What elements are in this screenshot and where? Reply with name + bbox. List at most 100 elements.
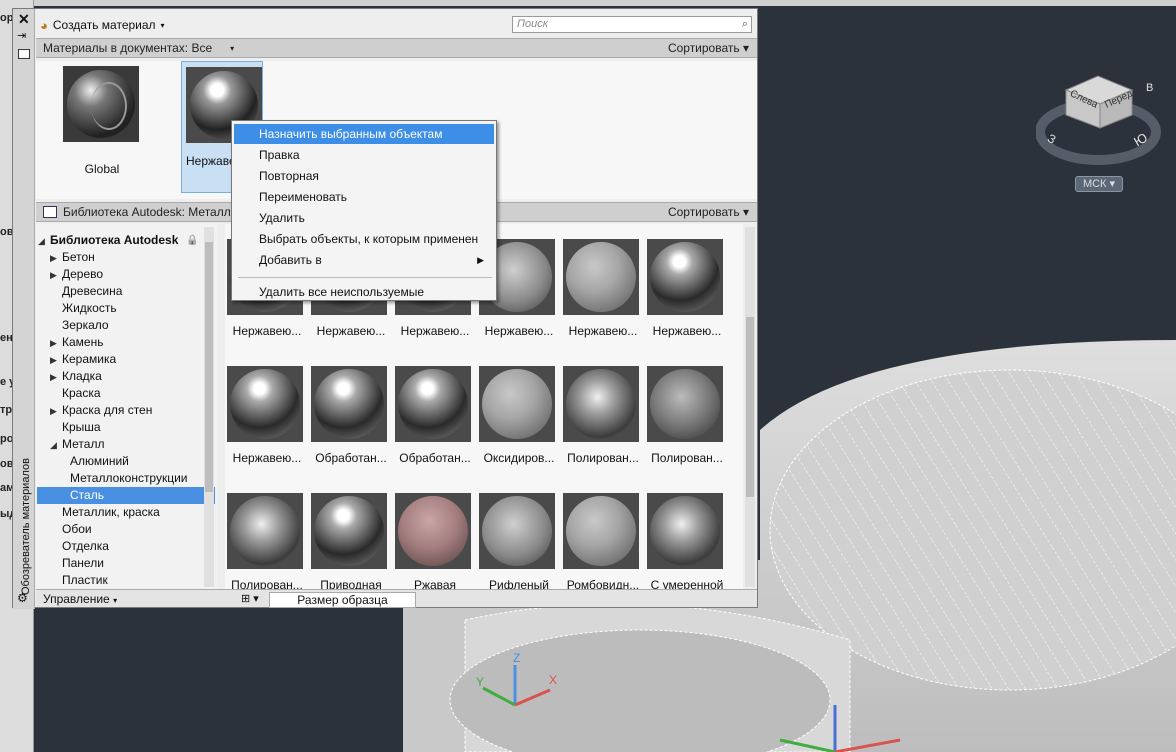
tree-item[interactable]: Панели: [36, 555, 104, 572]
library-icon[interactable]: [43, 206, 57, 218]
tree-item[interactable]: Древесина: [36, 283, 122, 300]
tree-item[interactable]: Жидкость: [36, 300, 117, 317]
tree-item[interactable]: ◢ Библиотека Autodesk 🔒: [36, 232, 198, 250]
tree-item-label: Камень: [62, 335, 104, 349]
tree-item[interactable]: ▶ Камень: [36, 334, 103, 351]
palette-title: Обозреватель материалов: [20, 458, 32, 595]
viewcube[interactable]: Верх Слева Перед З В Ю: [1035, 60, 1161, 170]
sort-button[interactable]: Сортировать ▾: [668, 41, 749, 55]
tree-item[interactable]: Металлик, краска: [36, 504, 160, 521]
material-swatch[interactable]: Нержавею...: [645, 239, 729, 361]
context-menu-item[interactable]: Добавить в ▶: [234, 250, 494, 270]
menu-item-label: Правка: [259, 148, 300, 162]
library-title: Библиотека Autodesk: Металл: [63, 205, 231, 219]
material-swatch[interactable]: С умеренной: [645, 493, 729, 589]
collapsed-arrow-icon[interactable]: ▶: [50, 267, 62, 284]
tree-scroll-thumb[interactable]: [205, 242, 213, 492]
grid-scrollbar[interactable]: [745, 227, 755, 587]
tree-item[interactable]: ▶ Дерево: [36, 266, 103, 283]
submenu-arrow-icon: ▶: [477, 255, 484, 265]
search-input[interactable]: Поиск ⌕: [512, 16, 752, 33]
tree-item[interactable]: Отделка: [36, 538, 109, 555]
tree-item-label: Бетон: [62, 250, 95, 264]
material-swatch-label: Полирован...: [651, 451, 723, 465]
collapsed-arrow-icon[interactable]: ▶: [50, 250, 62, 267]
tree-item[interactable]: Крыша: [36, 419, 101, 436]
material-swatch[interactable]: Полирован...: [645, 366, 729, 488]
tree-item[interactable]: ◢ Металл: [36, 436, 104, 453]
tree-item[interactable]: Зеркало: [36, 317, 109, 334]
tree-item[interactable]: Пластик: [36, 572, 108, 589]
tree-item-label: Сталь: [70, 488, 104, 502]
view-options-button[interactable]: ⊞ ▾: [241, 592, 259, 605]
tree-item[interactable]: Алюминий: [36, 453, 129, 470]
context-menu-item[interactable]: Повторная: [234, 166, 494, 186]
chevron-down-icon[interactable]: ▾: [230, 44, 234, 53]
material-swatch[interactable]: Ржавая: [393, 493, 477, 589]
tree-item[interactable]: ▶ Кладка: [36, 368, 102, 385]
context-menu-item[interactable]: Удалить: [234, 208, 494, 228]
material-swatch[interactable]: Нержавею...: [225, 366, 309, 488]
swatch-size-button[interactable]: Размер образца: [269, 592, 416, 608]
material-swatch[interactable]: Обработан...: [393, 366, 477, 488]
context-menu-item[interactable]: Переименовать: [234, 187, 494, 207]
material-swatch[interactable]: Полирован...: [225, 493, 309, 589]
material-preview: [647, 239, 723, 315]
palette-titlebar[interactable]: ✕ ⇥ Обозреватель материалов ⚙: [13, 9, 35, 609]
autohide-icon[interactable]: ⇥: [17, 29, 26, 42]
material-preview: [311, 493, 387, 569]
tree-item[interactable]: ▶ Бетон: [36, 249, 95, 266]
tree-item[interactable]: Сталь: [37, 487, 215, 504]
material-swatch[interactable]: Обработан...: [309, 366, 393, 488]
close-icon[interactable]: ✕: [18, 11, 30, 28]
material-swatch[interactable]: Полирован...: [561, 366, 645, 488]
context-menu-item[interactable]: Выбрать объекты, к которым применен: [234, 229, 494, 249]
context-menu-item[interactable]: Правка: [234, 145, 494, 165]
library-sort-button[interactable]: Сортировать ▾: [668, 205, 749, 219]
search-icon: ⌕: [741, 18, 748, 30]
collapsed-arrow-icon[interactable]: ▶: [50, 352, 62, 369]
tree-item-label: Алюминий: [70, 454, 129, 468]
tree-item[interactable]: Обои: [36, 521, 92, 538]
tree-item-label: Обои: [62, 522, 92, 536]
collapsed-arrow-icon[interactable]: ▶: [50, 369, 62, 386]
properties-icon[interactable]: [18, 49, 30, 59]
tree-item[interactable]: Краска: [36, 385, 101, 402]
manage-button[interactable]: Управление ▾: [43, 592, 117, 606]
tree-item-label: Пластик: [62, 573, 108, 587]
expanded-arrow-icon[interactable]: ◢: [38, 233, 50, 250]
menu-item-label: Повторная: [259, 169, 319, 183]
tree-item-label: Жидкость: [62, 301, 117, 315]
material-swatch-label: Нержавею...: [568, 324, 638, 338]
material-swatch[interactable]: Ромбовидн...: [561, 493, 645, 589]
doc-material-tile[interactable]: Global: [61, 66, 143, 190]
tree-item[interactable]: ▶ Керамика: [36, 351, 116, 368]
context-menu-item[interactable]: Назначить выбранным объектам: [234, 124, 494, 144]
tree-item-label: Библиотека Autodesk: [50, 233, 179, 247]
tree-scrollbar[interactable]: [204, 227, 214, 587]
context-menu-item[interactable]: Удалить все неиспользуемые: [234, 282, 494, 302]
tree-item[interactable]: ▶ Краска для стен: [36, 402, 152, 419]
material-preview: [563, 366, 639, 442]
material-preview: [479, 366, 555, 442]
material-swatch-label: Рифленый: [489, 578, 549, 589]
grid-scroll-thumb[interactable]: [746, 317, 754, 497]
collapsed-arrow-icon[interactable]: ▶: [50, 335, 62, 352]
create-material-button[interactable]: ◕ Создать материал ▾: [40, 16, 165, 34]
compass-east[interactable]: В: [1146, 82, 1153, 94]
tree-item-label: Металлик, краска: [62, 505, 160, 519]
menu-separator: [238, 277, 492, 278]
tree-item[interactable]: Металлоконструкции: [36, 470, 188, 487]
material-swatch[interactable]: Приводная: [309, 493, 393, 589]
material-swatch[interactable]: Оксидиров...: [477, 366, 561, 488]
palette-icon: ⚙: [17, 591, 28, 605]
document-materials-filter[interactable]: Материалы в документах: Все: [43, 41, 212, 55]
browser-bottom-bar: Управление ▾ ⊞ ▾ Размер образца: [36, 589, 757, 608]
ucs-menu-button[interactable]: МСК ▾: [1075, 176, 1123, 192]
collapsed-arrow-icon[interactable]: ▶: [50, 403, 62, 420]
material-swatch-label: Нержавею...: [232, 451, 302, 465]
expanded-arrow-icon[interactable]: ◢: [50, 437, 62, 454]
create-material-icon: ◕: [40, 17, 48, 33]
material-swatch[interactable]: Нержавею...: [561, 239, 645, 361]
material-swatch[interactable]: Рифленый: [477, 493, 561, 589]
